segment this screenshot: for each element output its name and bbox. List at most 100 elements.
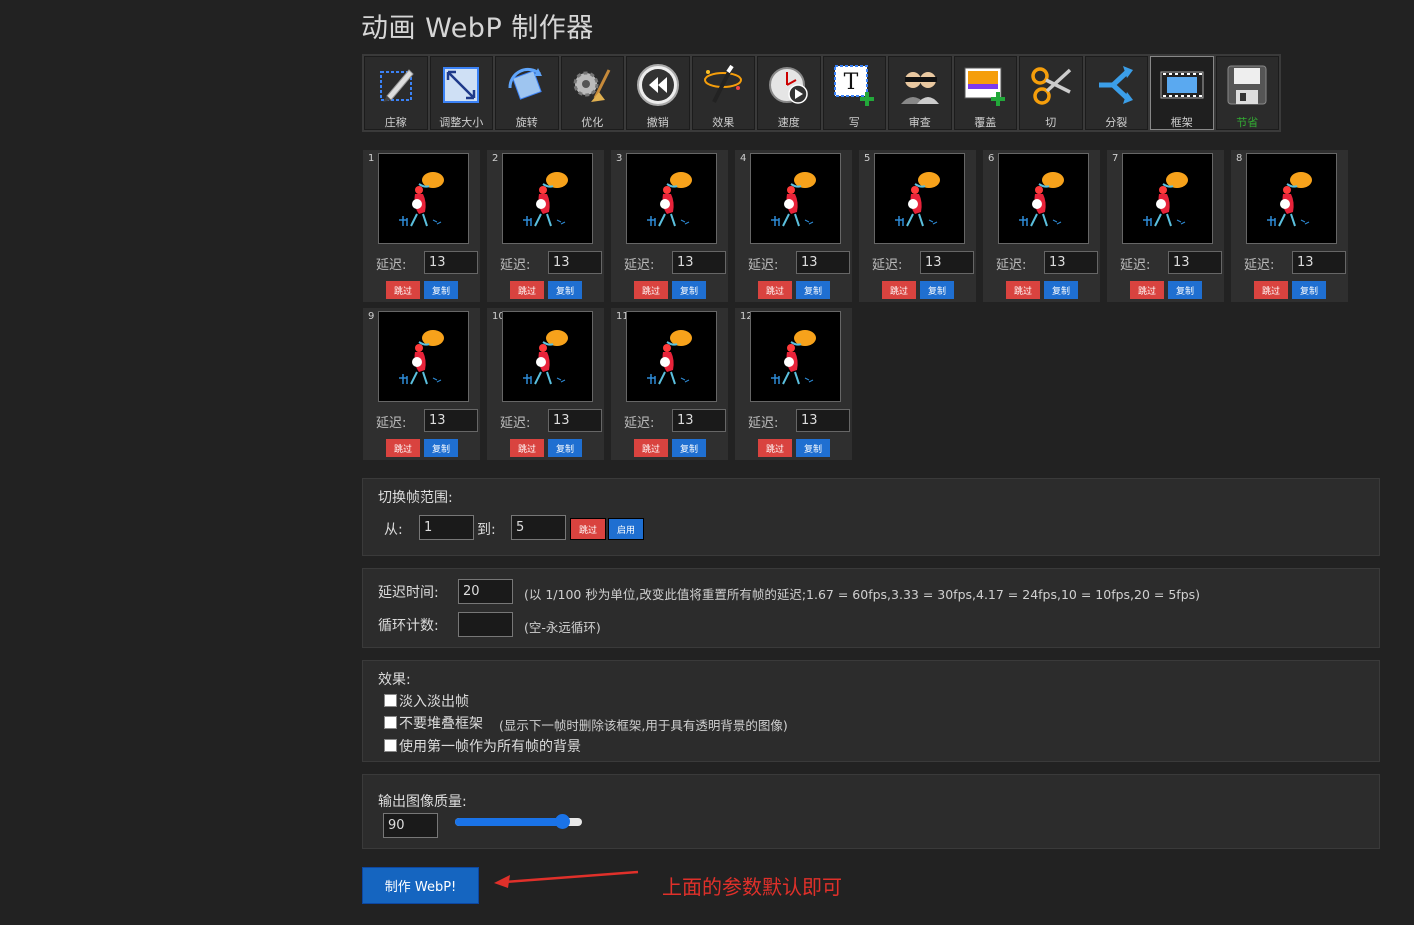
frame-skip-button[interactable]: 跳过 [1006,281,1040,299]
effects-tool-button[interactable]: 效果 [691,56,755,130]
frame-delay-input[interactable] [1168,251,1222,274]
frame-delay-label: 延迟: [748,416,779,431]
save-icon [1223,62,1271,108]
frame-skip-button[interactable]: 跳过 [882,281,916,299]
overlay-tool-button[interactable]: 覆盖 [953,56,1017,130]
frame-copy-button[interactable]: 复制 [424,281,458,299]
first-frame-bg-checkbox[interactable] [384,739,397,752]
frame-copy-button[interactable]: 复制 [920,281,954,299]
frame-delay-input[interactable] [424,409,478,432]
loop-count-input[interactable] [458,612,513,637]
censor-tool-button[interactable]: 审查 [888,56,952,130]
no-stack-checkbox[interactable] [384,716,397,729]
delay-time-note: (以 1/100 秒为单位,改变此值将重置所有帧的延迟;1.67 = 60fps… [524,587,1201,602]
frame-thumbnail[interactable] [1122,153,1213,244]
range-enable-button[interactable]: 启用 [608,518,644,540]
frame-delay-input[interactable] [424,251,478,274]
frame-copy-button[interactable]: 复制 [424,439,458,457]
frame-number: 9 [368,311,375,322]
frame-skip-button[interactable]: 跳过 [510,281,544,299]
frame-delay-input[interactable] [1044,251,1098,274]
frame-skip-button[interactable]: 跳过 [386,439,420,457]
text-tool-button[interactable]: T 写 [822,56,886,130]
frame-thumbnail[interactable] [378,311,469,402]
frame-skip-button[interactable]: 跳过 [386,281,420,299]
frame-card: 7 延迟: 跳过复制 [1107,150,1224,302]
quality-slider[interactable] [455,814,582,829]
frame-card: 12延迟:跳过复制 [735,308,852,460]
frame-delay-input[interactable] [672,251,726,274]
frame-thumbnail[interactable] [378,153,469,244]
frame-skip-button[interactable]: 跳过 [510,439,544,457]
frame-copy-button[interactable]: 复制 [672,439,706,457]
frame-delay-input[interactable] [548,409,602,432]
delay-time-label: 延迟时间: [378,585,439,601]
fade-label: 淡入淡出帧 [399,694,469,710]
loop-count-note: (空-永远循环) [524,620,601,635]
frame-delay-label: 延迟: [748,258,779,273]
save-tool-button[interactable]: 节省 [1215,56,1279,130]
frame-thumbnail[interactable] [998,153,1089,244]
split-tool-button[interactable]: 分裂 [1084,56,1148,130]
cut-tool-button[interactable]: 切 [1019,56,1083,130]
reverse-tool-button[interactable]: 撤销 [626,56,690,130]
make-webp-button[interactable]: 制作 WebP! [362,867,479,904]
frame-thumbnail[interactable] [750,153,841,244]
frame-thumbnail[interactable] [502,311,593,402]
censor-label: 审查 [908,116,931,129]
timing-panel: 延迟时间: (以 1/100 秒为单位,改变此值将重置所有帧的延迟;1.67 =… [362,568,1380,648]
frame-delay-input[interactable] [796,251,850,274]
svg-text:T: T [844,70,859,95]
frame-thumbnail[interactable] [626,311,717,402]
frame-skip-button[interactable]: 跳过 [634,281,668,299]
frame-skip-button[interactable]: 跳过 [1130,281,1164,299]
frame-card: 3 延迟: 跳过复制 [611,150,728,302]
frame-delay-input[interactable] [920,251,974,274]
frame-number: 5 [864,153,871,164]
frame-copy-button[interactable]: 复制 [672,281,706,299]
effects-panel: 效果: 淡入淡出帧 不要堆叠框架 (显示下一帧时删除该框架,用于具有透明背景的图… [362,660,1380,762]
optimize-tool-button[interactable]: 优化 [560,56,624,130]
overlay-icon [961,62,1009,108]
frame-thumbnail[interactable] [502,153,593,244]
frame-delay-input[interactable] [672,409,726,432]
frame-thumbnail[interactable] [874,153,965,244]
frame-copy-button[interactable]: 复制 [548,439,582,457]
speed-icon [765,62,813,108]
delay-time-input[interactable] [458,579,513,604]
quality-input[interactable] [383,813,438,838]
frame-copy-button[interactable]: 复制 [548,281,582,299]
from-input[interactable] [419,515,474,540]
text-icon: T [830,62,878,108]
frame-skip-button[interactable]: 跳过 [634,439,668,457]
frame-thumbnail[interactable] [1246,153,1337,244]
frame-delay-input[interactable] [548,251,602,274]
rotate-label: 旋转 [515,116,538,129]
frame-thumbnail[interactable] [626,153,717,244]
frame-delay-label: 延迟: [376,416,407,431]
frame-delay-input[interactable] [1292,251,1346,274]
resize-tool-button[interactable]: 调整大小 [429,56,493,130]
frame-skip-button[interactable]: 跳过 [758,439,792,457]
frame-delay-input[interactable] [796,409,850,432]
frame-delay-label: 延迟: [376,258,407,273]
frame-copy-button[interactable]: 复制 [1292,281,1326,299]
frame-copy-button[interactable]: 复制 [1044,281,1078,299]
frames-icon [1158,62,1206,108]
crop-tool-button[interactable]: 庄稼 [364,56,428,130]
frame-copy-button[interactable]: 复制 [1168,281,1202,299]
frame-skip-button[interactable]: 跳过 [1254,281,1288,299]
frame-skip-button[interactable]: 跳过 [758,281,792,299]
speed-tool-button[interactable]: 速度 [757,56,821,130]
effects-label: 效果 [712,116,735,129]
rotate-tool-button[interactable]: 旋转 [495,56,559,130]
speed-label: 速度 [777,116,800,129]
frames-tool-button[interactable]: 框架 [1150,56,1214,130]
range-skip-button[interactable]: 跳过 [570,518,606,540]
quality-slider-knob[interactable] [554,814,570,829]
fade-checkbox[interactable] [384,694,397,707]
to-input[interactable] [511,515,566,540]
frame-thumbnail[interactable] [750,311,841,402]
frame-copy-button[interactable]: 复制 [796,281,830,299]
frame-copy-button[interactable]: 复制 [796,439,830,457]
